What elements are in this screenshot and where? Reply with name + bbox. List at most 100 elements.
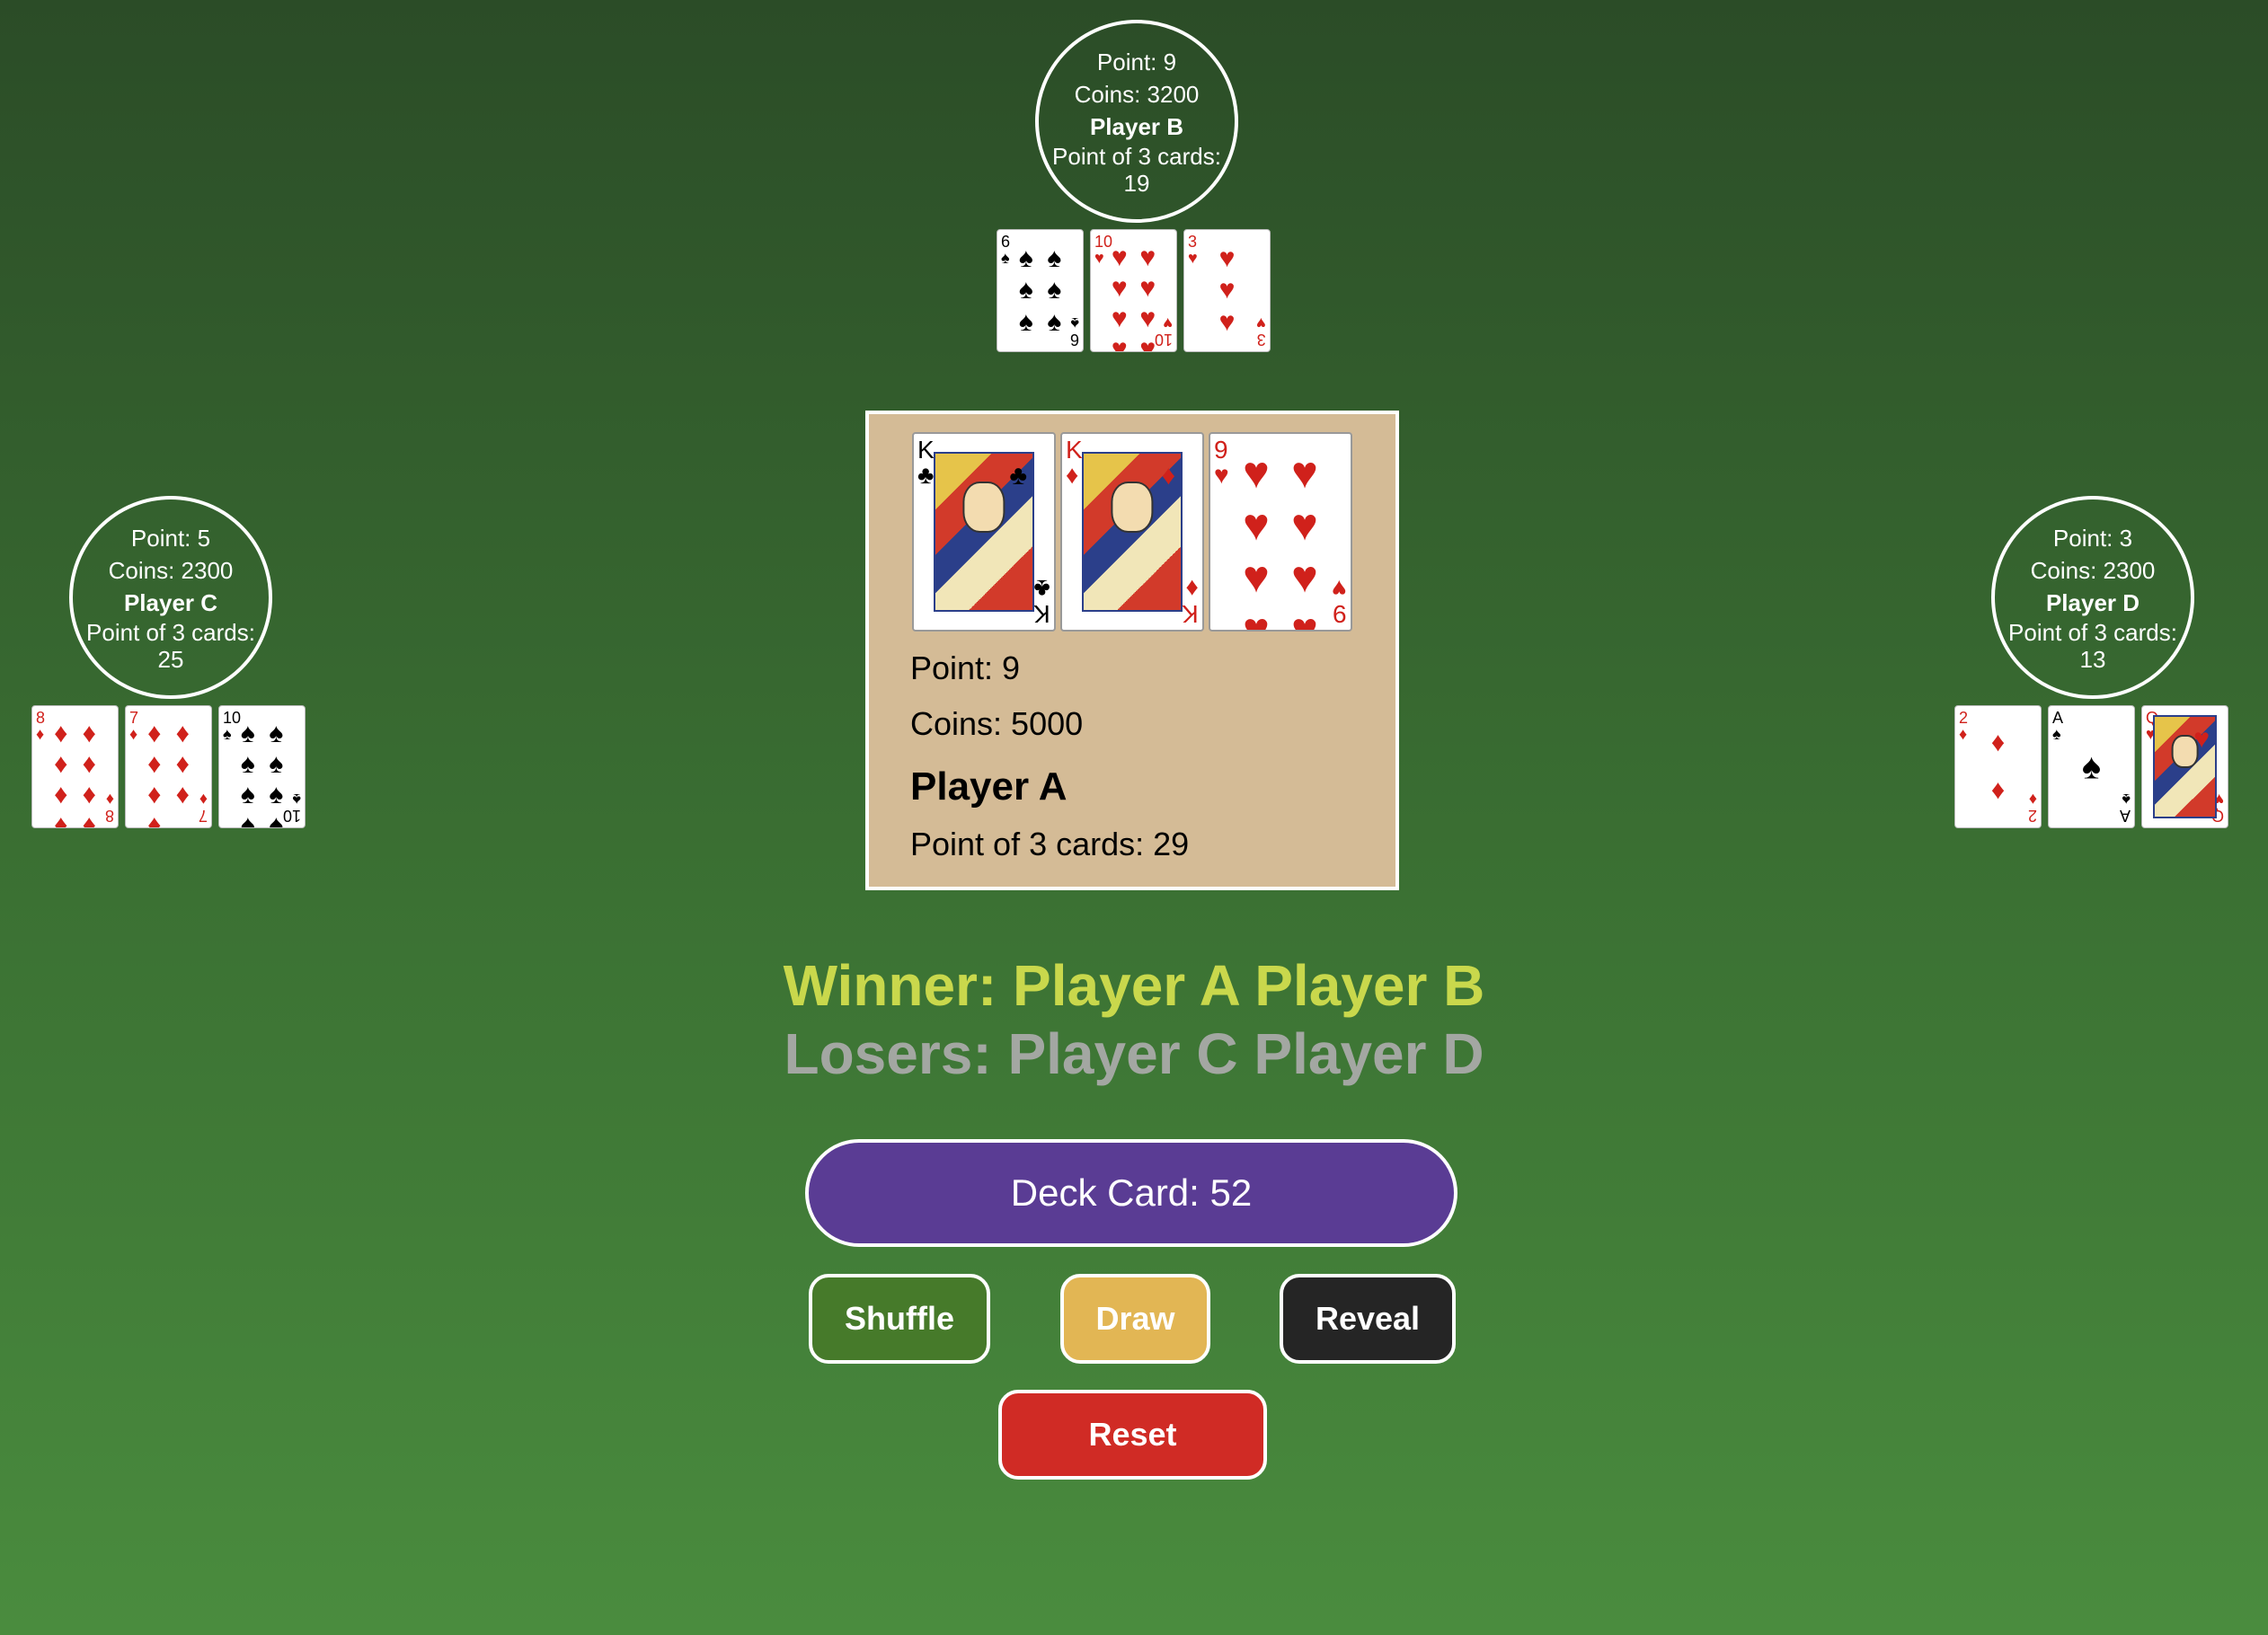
reset-button[interactable]: Reset — [998, 1390, 1267, 1480]
player-b-info: Point: 9 Coins: 3200 Player B Point of 3… — [1035, 20, 1238, 223]
suit-icon: ♦ — [147, 719, 162, 748]
card-rank: A ♠ — [2119, 791, 2131, 825]
suit-icon: ♠ — [1047, 307, 1062, 338]
player-c-three-value: 25 — [157, 646, 184, 673]
card-10-red[interactable]: 10 ♥10 ♥♥♥♥♥♥♥♥♥♥♥ — [1090, 229, 1177, 352]
deck-card-button[interactable]: Deck Card: 52 — [805, 1139, 1457, 1247]
shuffle-button[interactable]: Shuffle — [809, 1274, 990, 1364]
card-rank: K ♣ — [917, 436, 935, 489]
player-b-point: Point: 9 — [1096, 49, 1177, 75]
card-8-red[interactable]: 8 ♦ 8 ♦ ♦ ♦ ♦ ♦ ♦ ♦ ♦ ♦ — [31, 705, 119, 828]
suit-icon: ♥ — [1218, 275, 1236, 305]
player-d-three-label: Point of 3 cards: — [2008, 619, 2177, 646]
card-rank: 6 ♠ — [1069, 314, 1079, 349]
player-d-hand: 2 ♦ 2 ♦ ♦ ♦ A ♠ A ♠ ♠ Q ♥ Q ♥ ♥ — [1954, 705, 2228, 828]
winner-text: Winner: Player A Player B — [783, 953, 1485, 1018]
suit-icon: ♥ — [2193, 724, 2210, 754]
card-10-black[interactable]: 10 ♠10 ♠♠♠♠♠♠♠♠♠♠♠ — [218, 705, 306, 828]
suit-icon: ♠ — [269, 810, 284, 828]
suit-icon: ♥ — [1291, 499, 1318, 550]
card-pips: ♠ ♠ ♠ ♠ ♠ ♠ — [1012, 243, 1068, 339]
card-a-black[interactable]: A ♠ A ♠ ♠ — [2048, 705, 2135, 828]
face-card-art: ♣ — [934, 452, 1034, 612]
face-card-art: ♥ — [2153, 715, 2217, 818]
suit-icon: ♦ — [147, 780, 162, 809]
card-pips: ♠♠♠♠♠♠♠♠♠♠ — [234, 719, 290, 827]
card-rank: 6 ♠ — [1001, 233, 1011, 267]
player-d-three-value: 13 — [2079, 646, 2106, 673]
suit-icon: ♥ — [1243, 552, 1270, 602]
player-c-point: Point: 5 — [130, 525, 211, 552]
suit-icon: ♠ — [240, 749, 255, 779]
face-card-art: ♦ — [1082, 452, 1183, 612]
suit-icon: ♥ — [1291, 604, 1318, 632]
suit-icon: ♦ — [1990, 727, 2006, 757]
suit-icon: ♥ — [1139, 243, 1156, 272]
card-2-red[interactable]: 2 ♦ 2 ♦ ♦ ♦ — [1954, 705, 2042, 828]
player-a-three: Point of 3 cards: 29 — [910, 826, 1190, 862]
suit-icon: ♠ — [240, 810, 255, 828]
suit-icon: ♥ — [1243, 447, 1270, 498]
suit-icon: ♠ — [2081, 747, 2102, 786]
player-d-point: Point: 3 — [2052, 525, 2133, 552]
suit-icon: ♥ — [1291, 447, 1318, 498]
suit-icon: ♥ — [1111, 273, 1128, 303]
card-rank: 7 ♦ — [198, 791, 208, 825]
suit-icon: ♦ — [82, 810, 96, 828]
suit-icon: ♣ — [1009, 461, 1027, 490]
card-7-red[interactable]: 7 ♦ 7 ♦ ♦ ♦ ♦ ♦ ♦ ♦ ♦ — [125, 705, 212, 828]
player-c-hand: 8 ♦ 8 ♦ ♦ ♦ ♦ ♦ ♦ ♦ ♦ ♦ 7 ♦ 7 ♦ ♦ ♦ ♦ ♦ ♦ ♦ ♦ 10 ♠ 10 ♠ ♠ ♠ ♠… — [31, 705, 306, 828]
card-rank: 3 ♥ — [1256, 314, 1266, 349]
player-a-point: Point: 9 — [910, 650, 1021, 686]
card-9-red[interactable]: 9 ♥ 9 ♥♥♥♥♥♥♥♥♥♥ — [1209, 432, 1352, 632]
suit-icon: ♦ — [82, 749, 96, 779]
card-3-red[interactable]: 3 ♥ 3 ♥ ♥ ♥ ♥ — [1183, 229, 1271, 352]
suit-icon: ♠ — [240, 780, 255, 809]
card-rank: 3 ♥ — [1188, 233, 1198, 267]
suit-icon: ♥ — [1243, 604, 1270, 632]
card-k-black[interactable]: K ♣ K ♣ ♣ — [912, 432, 1056, 632]
player-a-hand: K ♣ K ♣ ♣ K ♦ K ♦ ♦ 9 ♥ 9 ♥♥♥♥♥♥♥♥♥♥ — [912, 432, 1352, 632]
player-a-coins: Coins: 5000 — [910, 705, 1084, 742]
suit-icon: ♦ — [54, 810, 68, 828]
suit-icon: ♦ — [54, 749, 68, 779]
card-rank: 8 ♦ — [104, 791, 114, 825]
player-d-coins: Coins: 2300 — [2030, 557, 2156, 584]
suit-icon: ♠ — [269, 719, 284, 748]
card-pips: ♥♥♥♥♥♥♥♥♥♥ — [1105, 243, 1162, 351]
card-pips: ♦ ♦ ♦ ♦ ♦ ♦ ♦ — [140, 719, 197, 827]
suit-icon: ♠ — [1018, 243, 1033, 273]
card-rank: 9 ♥ — [1332, 575, 1347, 628]
suit-icon: ♦ — [1161, 461, 1175, 490]
card-rank: 7 ♦ — [129, 709, 139, 743]
face-card-head — [1111, 482, 1154, 533]
draw-button[interactable]: Draw — [1060, 1274, 1210, 1364]
player-d-info: Point: 3 Coins: 2300 Player D Point of 3… — [1991, 496, 2194, 699]
card-pips: ♦ ♦ — [1970, 719, 2026, 815]
card-rank: A ♠ — [2052, 709, 2064, 743]
player-b-hand: 6 ♠6 ♠♠♠♠♠♠♠ 10 ♥10 ♥♥♥♥♥♥♥♥♥♥♥ 3 ♥3 ♥♥♥… — [997, 229, 1271, 352]
player-b-coins: Coins: 3200 — [1074, 81, 1200, 108]
suit-icon: ♦ — [82, 719, 96, 748]
suit-icon: ♥ — [1218, 243, 1236, 273]
suit-icon: ♠ — [1047, 243, 1062, 273]
suit-icon: ♠ — [269, 780, 284, 809]
card-6-black[interactable]: 6 ♠ 6 ♠ ♠ ♠ ♠ ♠ ♠ ♠ — [997, 229, 1084, 352]
suit-icon: ♥ — [1111, 304, 1128, 333]
player-d-name: Player D — [2045, 589, 2140, 616]
suit-icon: ♥ — [1243, 499, 1270, 550]
suit-icon: ♦ — [175, 749, 190, 779]
reveal-button[interactable]: Reveal — [1280, 1274, 1456, 1364]
face-card-head — [962, 482, 1006, 533]
card-q-red[interactable]: Q ♥ Q ♥ ♥ — [2141, 705, 2228, 828]
card-rank: K ♦ — [1182, 575, 1199, 628]
suit-icon: ♦ — [147, 749, 162, 779]
suit-icon: ♦ — [82, 780, 96, 809]
card-rank: 2 ♦ — [2027, 791, 2037, 825]
card-k-red[interactable]: K ♦ K ♦ ♦ — [1060, 432, 1204, 632]
suit-icon: ♥ — [1139, 304, 1156, 333]
suit-icon: ♦ — [147, 810, 162, 828]
suit-icon: ♥ — [1218, 307, 1236, 338]
card-pips: ♥ ♥ ♥ — [1199, 243, 1255, 339]
suit-icon: ♠ — [269, 749, 284, 779]
